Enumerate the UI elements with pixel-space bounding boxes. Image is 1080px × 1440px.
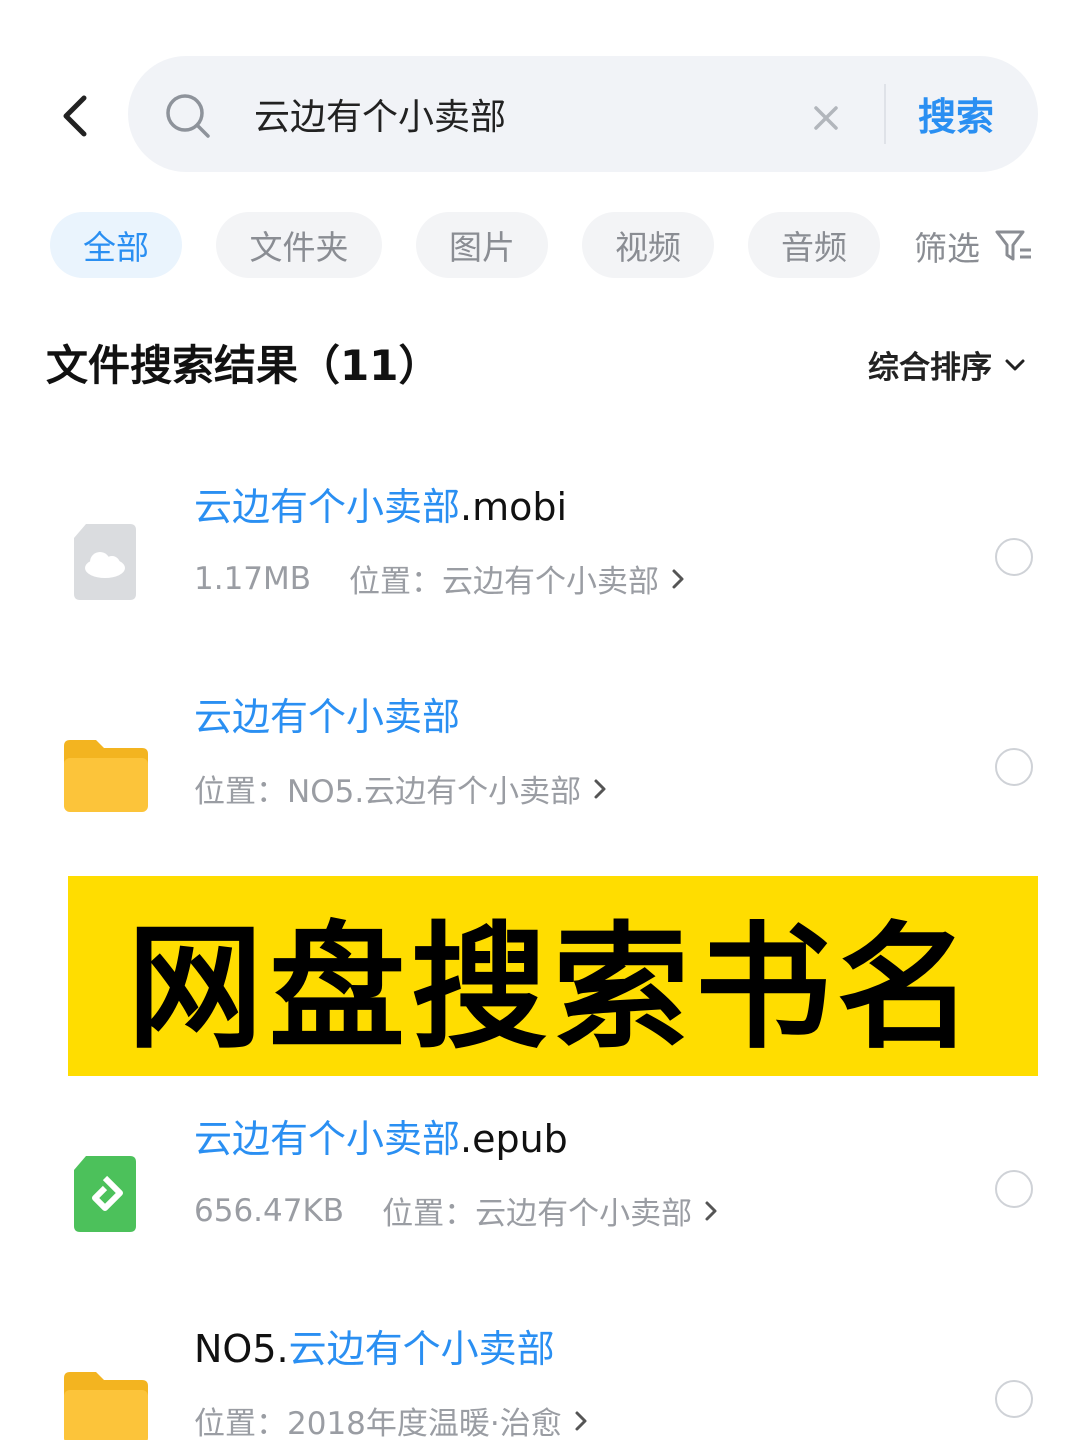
chevron-right-icon (594, 779, 606, 798)
title-banner: 网盘搜索书名 (68, 876, 1038, 1076)
search-icon (166, 94, 210, 138)
select-radio[interactable] (995, 1170, 1033, 1208)
folder-icon (64, 740, 148, 812)
name-highlight: 云边有个小卖部 (194, 695, 461, 739)
file-meta: 656.47KB 位置： 云边有个小卖部 (194, 1188, 718, 1233)
list-item[interactable]: 云边有个小卖部 位置： NO5.云边有个小卖部 (0, 686, 1080, 866)
sort-button[interactable]: 综合排序 (868, 342, 1026, 387)
search-input[interactable] (254, 82, 814, 146)
name-suffix: .epub (460, 1117, 568, 1161)
location-label: 位置： (382, 1196, 476, 1232)
location-link[interactable]: 2018年度温暖·治愈 (287, 1398, 562, 1440)
divider (884, 84, 886, 144)
filter-button[interactable]: 筛选 (914, 218, 1034, 274)
chevron-left-icon (63, 95, 87, 137)
file-name: NO5.云边有个小卖部 (194, 1318, 555, 1373)
name-prefix: NO5. (194, 1327, 289, 1371)
filter-chips: 全部 文件夹 图片 视频 音频 筛选 (0, 212, 1080, 278)
location-label: 位置： (194, 1406, 287, 1440)
chip-video[interactable]: 视频 (582, 212, 714, 278)
chevron-right-icon (575, 1411, 587, 1430)
filter-icon (995, 230, 1031, 261)
select-radio[interactable] (995, 538, 1033, 576)
select-radio[interactable] (995, 1380, 1033, 1418)
location-link[interactable]: 云边有个小卖部 (442, 556, 659, 601)
file-name: 云边有个小卖部.mobi (194, 476, 567, 531)
search-box: 搜索 (128, 56, 1038, 172)
file-name: 云边有个小卖部.epub (194, 1108, 568, 1163)
banner-text: 网盘搜索书名 (127, 909, 979, 1068)
chip-audio[interactable]: 音频 (748, 212, 880, 278)
chevron-down-icon (1005, 359, 1025, 370)
name-highlight: 云边有个小卖部 (194, 1117, 461, 1161)
clear-icon[interactable] (808, 100, 844, 136)
sort-label: 综合排序 (868, 350, 992, 386)
results-title: 文件搜索结果（11） (46, 341, 441, 390)
location-link[interactable]: NO5.云边有个小卖部 (287, 766, 581, 811)
cloud-file-icon (74, 524, 136, 600)
chevron-right-icon (705, 1201, 717, 1220)
name-highlight: 云边有个小卖部 (194, 485, 461, 529)
name-suffix: .mobi (460, 485, 568, 529)
list-item[interactable]: 云边有个小卖部.mobi 1.17MB 位置： 云边有个小卖部 (0, 476, 1080, 656)
back-button[interactable] (50, 86, 100, 146)
top-bar: 搜索 (0, 56, 1080, 174)
filter-label: 筛选 (914, 229, 980, 268)
location-label: 位置： (349, 564, 443, 600)
epub-icon (74, 1156, 136, 1232)
file-meta: 位置： NO5.云边有个小卖部 (194, 766, 607, 811)
chip-image[interactable]: 图片 (416, 212, 548, 278)
file-name: 云边有个小卖部 (194, 686, 460, 741)
file-size: 656.47KB (194, 1192, 345, 1229)
name-highlight: 云边有个小卖部 (288, 1327, 555, 1371)
location-link[interactable]: 云边有个小卖部 (475, 1188, 692, 1233)
chip-all[interactable]: 全部 (50, 212, 182, 278)
location-label: 位置： (194, 774, 287, 810)
folder-icon (64, 1372, 148, 1440)
select-radio[interactable] (995, 748, 1033, 786)
file-meta: 位置： 2018年度温暖·治愈 (194, 1398, 588, 1440)
list-item[interactable]: 云边有个小卖部.epub 656.47KB 位置： 云边有个小卖部 (0, 1108, 1080, 1288)
search-button[interactable]: 搜索 (918, 86, 994, 141)
chip-folder[interactable]: 文件夹 (216, 212, 382, 278)
file-meta: 1.17MB 位置： 云边有个小卖部 (194, 556, 685, 601)
list-item[interactable]: NO5.云边有个小卖部 位置： 2018年度温暖·治愈 (0, 1318, 1080, 1440)
chevron-right-icon (672, 569, 684, 588)
file-size: 1.17MB (194, 560, 312, 597)
